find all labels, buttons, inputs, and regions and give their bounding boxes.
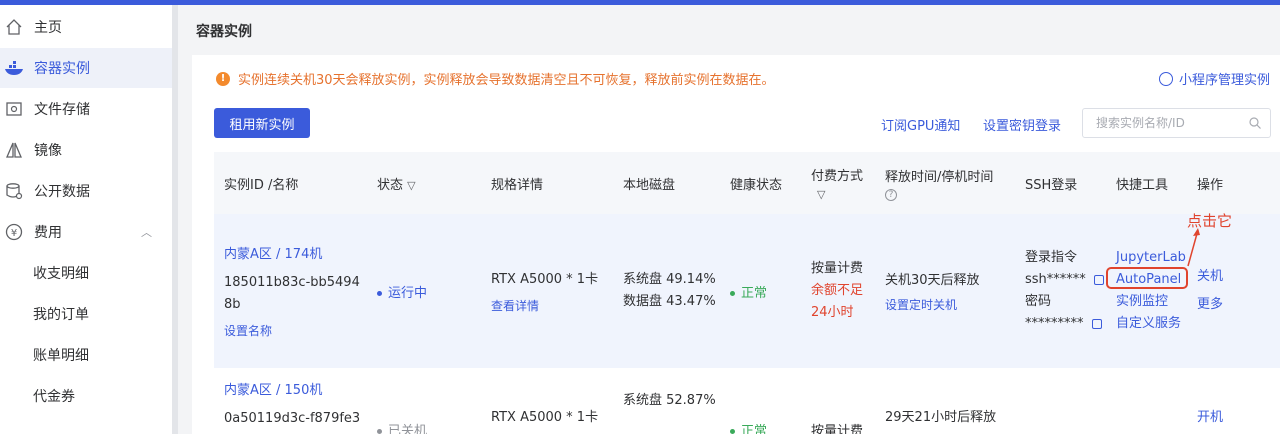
set-name-link[interactable]: 设置名称 <box>224 322 367 339</box>
instances-card: ! 实例连续关机30天会释放实例，实例释放会导致数据清空且不可恢复，释放前实例在… <box>192 55 1280 434</box>
sidebar-subitem-transactions[interactable]: 收支明细 <box>0 253 172 293</box>
set-timer-shutdown-link[interactable]: 设置定时关机 <box>885 296 1015 313</box>
release-time: 关机30天后释放 <box>885 273 980 288</box>
set-key-login-link[interactable]: 设置密钥登录 <box>983 115 1061 134</box>
rent-new-instance-button[interactable]: 租用新实例 <box>214 108 310 138</box>
copy-icon[interactable] <box>1091 318 1102 329</box>
instance-name-link[interactable]: 内蒙A区 / 150机 <box>224 380 367 402</box>
release-warning: ! 实例连续关机30天会释放实例，实例释放会导致数据清空且不可恢复，释放前实例在… <box>216 69 775 88</box>
instances-table: 实例ID /名称 状态 ▽ 规格详情 本地磁盘 健康状态 付费方式 ▽ 释放时间/… <box>214 152 1280 434</box>
billing-type: 按量计费 <box>811 424 864 434</box>
search-input[interactable] <box>1096 116 1246 130</box>
warning-text: 实例连续关机30天会释放实例，实例释放会导致数据清空且不可恢复，释放前实例在数据… <box>238 73 775 88</box>
tool-monitor-link[interactable]: 实例监控 <box>1116 291 1187 313</box>
sidebar-subitem-vouchers[interactable]: 代金券 <box>0 376 172 416</box>
password-label: 密码 <box>1025 294 1052 309</box>
sidebar-subitem-orders[interactable]: 我的订单 <box>0 294 172 334</box>
ssh-command-label: 登录指令 <box>1025 250 1078 265</box>
autopanel-highlight-box <box>1106 267 1188 289</box>
help-icon[interactable]: ? <box>885 188 897 201</box>
sidebar-item-containers[interactable]: 容器实例 <box>0 48 172 88</box>
spec-text: RTX A5000 * 1卡 <box>491 410 599 425</box>
filter-icon[interactable]: ▽ <box>811 188 875 201</box>
status-text: 已关机 <box>388 424 428 434</box>
instance-name-link[interactable]: 内蒙A区 / 174机 <box>224 244 367 266</box>
chevron-up-icon: ︿ <box>141 226 152 239</box>
health-text: 正常 <box>741 285 768 301</box>
sidebar-item-public-data[interactable]: 公开数据 <box>0 171 172 211</box>
more-button[interactable]: 更多 <box>1197 294 1280 316</box>
col-instance-id: 实例ID /名称 <box>214 152 367 214</box>
system-disk-usage: 系统盘 52.87% <box>623 393 716 408</box>
mini-program-link[interactable]: 小程序管理实例 <box>1158 69 1270 88</box>
balance-warning: 余额不足24小时 <box>811 283 864 320</box>
col-spec: 规格详情 <box>481 152 613 214</box>
health-text: 正常 <box>741 424 768 434</box>
system-disk-usage: 系统盘 49.14% <box>623 272 716 287</box>
ssh-command: ssh****** <box>1025 272 1086 287</box>
data-disk-usage: 数据盘 43.47% <box>623 294 716 309</box>
instance-search <box>1082 108 1271 138</box>
col-billing[interactable]: 付费方式 ▽ <box>801 152 875 214</box>
sidebar-subitem-bill-details[interactable]: 账单明细 <box>0 335 172 375</box>
sidebar-item-label: 主页 <box>34 20 62 36</box>
tool-jupyterlab-link[interactable]: JupyterLab <box>1116 247 1187 269</box>
power-on-button[interactable]: 开机 <box>1197 406 1280 425</box>
container-icon <box>4 58 24 78</box>
shutdown-button[interactable]: 关机 <box>1197 266 1280 288</box>
tool-custom-service-link[interactable]: 自定义服务 <box>1116 313 1187 335</box>
status-dot <box>377 290 382 296</box>
storage-icon <box>4 99 24 119</box>
svg-text:¥: ¥ <box>11 228 17 239</box>
instance-id: 185011b83c-bb54948b <box>224 274 360 312</box>
billing-type: 按量计费 <box>811 261 864 276</box>
release-time: 29天21小时后释放 <box>885 410 997 425</box>
sidebar-item-label: 容器实例 <box>34 61 90 77</box>
sidebar-item-images[interactable]: 镜像 <box>0 130 172 170</box>
search-icon[interactable] <box>1249 117 1261 129</box>
password-masked: ********* <box>1025 316 1084 331</box>
sidebar-item-billing[interactable]: ¥ 费用 ︿ <box>0 212 172 252</box>
sidebar: 主页 容器实例 文件存储 镜像 公开数据 ¥ 费用 ︿ 收支明细 我的订单 账单… <box>0 5 172 434</box>
col-disk: 本地磁盘 <box>613 152 720 214</box>
col-ssh: SSH登录 <box>1015 152 1106 214</box>
main-content: 容器实例 ! 实例连续关机30天会释放实例，实例释放会导致数据清空且不可恢复，释… <box>178 5 1280 434</box>
status-dot <box>377 429 382 434</box>
spec-text: RTX A5000 * 1卡 <box>491 272 599 287</box>
sidebar-item-file-storage[interactable]: 文件存储 <box>0 89 172 129</box>
copy-icon[interactable] <box>1093 274 1104 285</box>
home-icon <box>4 17 24 37</box>
health-dot <box>730 290 735 296</box>
view-details-link[interactable]: 查看详情 <box>491 297 613 314</box>
click-here-annotation: 点击它 <box>1187 212 1233 230</box>
database-icon <box>4 181 24 201</box>
table-row: 内蒙A区 / 150机 0a50119d3c-f879fe3 已关机 RTX A… <box>214 368 1280 434</box>
yuan-icon: ¥ <box>4 222 24 242</box>
sidebar-item-label: 费用 <box>34 225 62 241</box>
mini-program-icon <box>1158 71 1173 86</box>
col-health: 健康状态 <box>720 152 801 214</box>
sidebar-item-label: 镜像 <box>34 143 62 159</box>
sidebar-item-home[interactable]: 主页 <box>0 7 172 47</box>
health-dot <box>730 429 735 434</box>
col-actions: 操作 <box>1187 152 1280 214</box>
image-icon <box>4 140 24 160</box>
instance-id: 0a50119d3c-f879fe3 <box>224 411 361 426</box>
warning-icon: ! <box>216 71 230 86</box>
sidebar-item-label: 文件存储 <box>34 102 90 118</box>
status-text: 运行中 <box>388 285 428 301</box>
col-tools: 快捷工具 <box>1106 152 1187 214</box>
table-row: 内蒙A区 / 174机 185011b83c-bb54948b 设置名称 运行中… <box>214 214 1280 368</box>
annotation-arrow <box>1187 228 1200 267</box>
subscribe-gpu-link[interactable]: 订阅GPU通知 <box>881 115 960 134</box>
filter-icon[interactable]: ▽ <box>407 179 415 192</box>
col-release: 释放时间/停机时间? <box>875 152 1015 214</box>
page-title: 容器实例 <box>196 24 252 40</box>
sidebar-item-label: 公开数据 <box>34 184 90 200</box>
table-header-row: 实例ID /名称 状态 ▽ 规格详情 本地磁盘 健康状态 付费方式 ▽ 释放时间/… <box>214 152 1280 214</box>
col-status[interactable]: 状态 ▽ <box>367 152 481 214</box>
